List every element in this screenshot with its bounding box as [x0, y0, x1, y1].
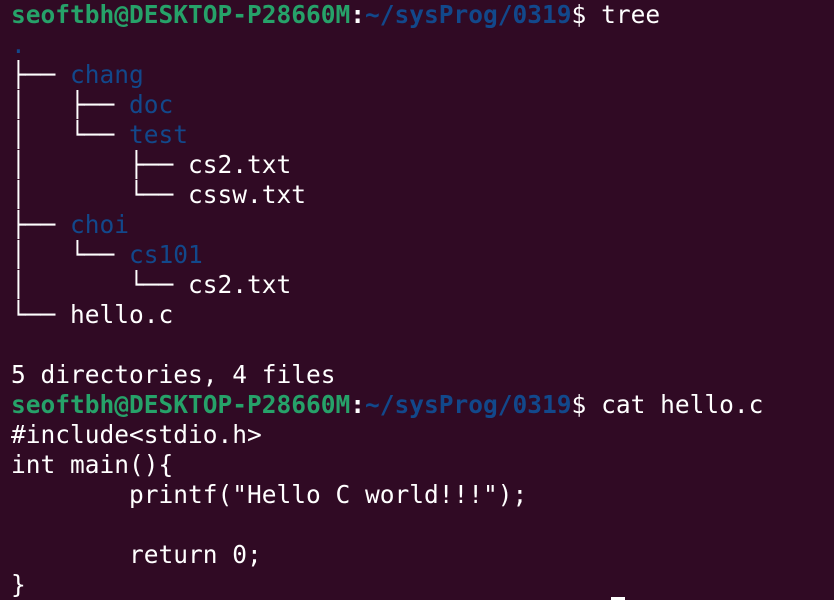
tree-dir-name: .: [11, 30, 26, 59]
tree-branch: │ └──: [11, 180, 189, 209]
prompt-user-host: seoftbh@DESKTOP-P28660M: [11, 0, 351, 29]
tree-line: │ └── test: [11, 120, 834, 150]
tree-line: └── hello.c: [11, 300, 834, 330]
code-line: }: [11, 570, 26, 599]
tree-branch: └──: [11, 300, 71, 329]
tree-branch: │ ├──: [11, 90, 130, 119]
tree-file-name: hello.c: [70, 300, 174, 329]
tree-line: .: [11, 30, 834, 60]
command-text: tree: [601, 0, 661, 29]
tree-line: │ ├── doc: [11, 90, 834, 120]
tree-line: ├── chang: [11, 60, 834, 90]
tree-line: ├── choi: [11, 210, 834, 240]
prompt-colon: :: [350, 0, 366, 29]
tree-dir-name: cs101: [129, 240, 203, 269]
tree-file-name: cssw.txt: [188, 180, 307, 209]
tree-branch: │ └──: [11, 270, 189, 299]
command-text: cat hello.c: [601, 390, 764, 419]
tree-summary: 5 directories, 4 files: [11, 360, 336, 389]
code-line: #include<stdio.h>: [11, 420, 262, 449]
code-line: return 0;: [11, 540, 262, 569]
tree-dir-name: test: [129, 120, 189, 149]
tree-branch: │ ├──: [11, 150, 189, 179]
prompt-line-tree: seoftbh@DESKTOP-P28660M:~/sysProg/0319$ …: [11, 0, 834, 30]
tree-dir-name: chang: [70, 60, 144, 89]
tree-branch: │ └──: [11, 120, 130, 149]
terminal-window[interactable]: seoftbh@DESKTOP-P28660M:~/sysProg/0319$ …: [0, 0, 834, 600]
tree-branch: ├──: [11, 60, 71, 89]
tree-file-name: cs2.txt: [188, 150, 292, 179]
prompt-user-host: seoftbh@DESKTOP-P28660M: [11, 390, 351, 419]
tree-line: │ └── cssw.txt: [11, 180, 834, 210]
code-line: int main(){: [11, 450, 174, 479]
prompt-line-cat: seoftbh@DESKTOP-P28660M:~/sysProg/0319$ …: [11, 390, 834, 420]
prompt-colon: :: [350, 390, 366, 419]
tree-branch: │ └──: [11, 240, 130, 269]
prompt-dollar: $: [571, 390, 602, 419]
tree-dir-name: doc: [129, 90, 174, 119]
tree-line: │ └── cs101: [11, 240, 834, 270]
prompt-dollar: $: [571, 0, 602, 29]
prompt-path: ~/sysProg/0319: [365, 390, 572, 419]
tree-line: │ └── cs2.txt: [11, 270, 834, 300]
tree-file-name: cs2.txt: [188, 270, 292, 299]
tree-dir-name: choi: [70, 210, 130, 239]
prompt-path: ~/sysProg/0319: [365, 0, 572, 29]
code-line: printf("Hello C world!!!");: [11, 480, 528, 509]
tree-branch: ├──: [11, 210, 71, 239]
tree-line: │ ├── cs2.txt: [11, 150, 834, 180]
